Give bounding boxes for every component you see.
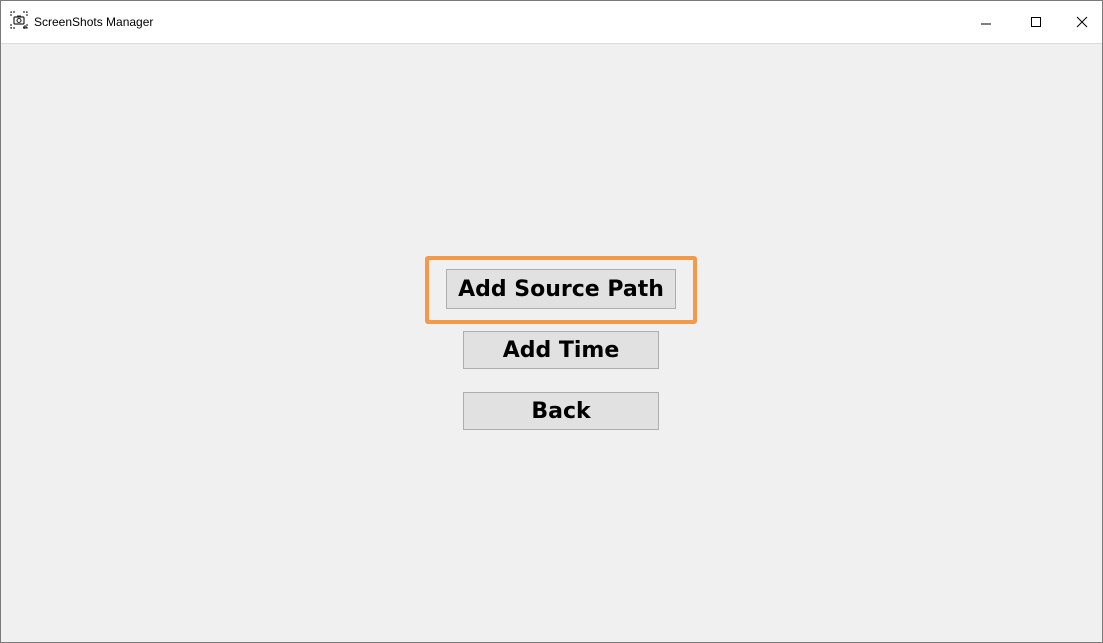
close-button[interactable] — [1059, 1, 1103, 43]
title-bar[interactable]: ScreenShots Manager — [1, 1, 1102, 44]
add-source-path-button[interactable]: Add Source Path — [446, 269, 676, 309]
app-window: ScreenShots Manager Add Source Path Add … — [0, 0, 1103, 643]
camera-screenshot-icon — [10, 11, 28, 29]
maximize-icon — [1030, 16, 1042, 28]
add-time-button[interactable]: Add Time — [463, 331, 659, 369]
main-panel: Add Source Path Add Time Back — [1, 44, 1102, 642]
minimize-icon — [980, 16, 992, 28]
window-title: ScreenShots Manager — [34, 15, 154, 29]
maximize-button[interactable] — [1013, 1, 1059, 43]
close-icon — [1076, 16, 1088, 28]
minimize-button[interactable] — [963, 1, 1009, 43]
back-button[interactable]: Back — [463, 392, 659, 430]
